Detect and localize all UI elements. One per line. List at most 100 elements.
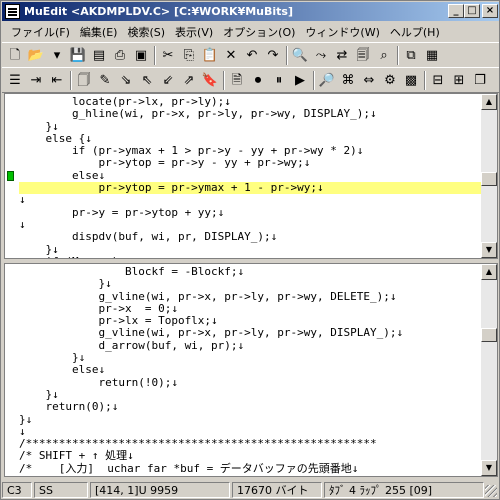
code-line[interactable]: dispdv(buf, wi, pr, DISPLAY_);↓ (19, 230, 481, 243)
copy-doc-icon[interactable]: 🗍 (75, 72, 93, 89)
status-bar: C3 SS [414, 1]U 9959 17670 バイト ﾀﾌﾞ 4 ﾗｯﾌ… (2, 480, 499, 499)
cut-icon[interactable]: ✂ (159, 47, 177, 64)
mark-next-icon[interactable]: ⇙ (159, 72, 177, 89)
code-line[interactable]: if (Memory)↓ (19, 255, 481, 258)
code-line[interactable]: /* (19, 474, 481, 476)
new-file-icon[interactable]: 🗋 (6, 47, 24, 64)
toolbar-separator (223, 71, 225, 90)
scroll-thumb[interactable] (481, 172, 497, 186)
minimize-button[interactable]: _ (448, 4, 464, 18)
code-line[interactable]: return(0);↓ (19, 400, 481, 413)
vertical-scrollbar-bottom[interactable]: ▲ ▼ (481, 264, 497, 476)
jump-icon[interactable]: ⇘ (117, 72, 135, 89)
code-line[interactable]: pr->ytop = pr->y - yy + pr->wy;↓ (19, 157, 481, 170)
menu-options[interactable]: オプション(O) (218, 24, 300, 40)
open-folder-icon[interactable]: 📂 (27, 47, 45, 64)
grep-icon[interactable]: ⌕ (375, 47, 393, 64)
list-icon[interactable]: ☰ (6, 72, 24, 89)
code-line[interactable]: pr->ytop = pr->ymax + 1 - pr->wy;↓ (19, 181, 481, 195)
title-bar[interactable]: MuEdit <AKDMPLDV.C> [C:¥WORK¥MuBits] _ □… (2, 2, 499, 21)
muedit-window: MuEdit <AKDMPLDV.C> [C:¥WORK¥MuBits] _ □… (0, 0, 500, 500)
menu-window[interactable]: ウィンドウ(W) (300, 24, 384, 40)
code-line[interactable]: d_arrow(buf, wi, pr);↓ (19, 339, 481, 352)
delete-icon[interactable]: ✕ (222, 47, 240, 64)
maximize-button[interactable]: □ (464, 4, 480, 18)
save-all-icon[interactable]: ▤ (90, 47, 108, 64)
vertical-split-icon[interactable]: ⊞ (450, 72, 468, 89)
menu-help[interactable]: ヘルプ(H) (385, 24, 445, 40)
toolbar-separator (424, 71, 426, 90)
find-next-icon[interactable]: ⤳ (312, 47, 330, 64)
app-icon[interactable] (5, 4, 20, 19)
horizontal-split-icon[interactable]: ⊟ (429, 72, 447, 89)
editor-pane-bottom[interactable]: Blockf = -Blockf;↓ }↓ g_vline(wi, pr->x,… (4, 263, 498, 477)
print-icon[interactable]: ⎙ (111, 47, 129, 64)
record-icon[interactable]: ⏺ (249, 72, 267, 89)
window-title: MuEdit <AKDMPLDV.C> [C:¥WORK¥MuBits] (24, 5, 294, 18)
editor-pane-top[interactable]: locate(pr->lx, pr->ly);↓ g_hline(wi, pr-… (4, 93, 498, 259)
mark-prev-icon[interactable]: ⇖ (138, 72, 156, 89)
toolbar-separator (313, 71, 315, 90)
scroll-up-icon[interactable]: ▲ (481, 264, 497, 280)
scroll-down-icon[interactable]: ▼ (481, 460, 497, 476)
code-line[interactable]: g_hline(wi, pr->x, pr->ly, pr->wy, DISPL… (19, 107, 481, 120)
tile-icon[interactable]: ▦ (423, 47, 441, 64)
compile-icon[interactable]: ⚙ (381, 72, 399, 89)
scroll-down-icon[interactable]: ▼ (481, 242, 497, 258)
code-line[interactable]: }↓ (19, 243, 481, 256)
code-line[interactable]: return(!0);↓ (19, 376, 481, 389)
toolbar-separator (154, 46, 156, 65)
windows-icon[interactable]: ⧉ (402, 47, 420, 64)
pause-macro-icon[interactable]: ⏸ (270, 72, 288, 89)
search-doc-icon[interactable]: 🔎 (318, 72, 336, 89)
code-view-bottom[interactable]: Blockf = -Blockf;↓ }↓ g_vline(wi, pr->x,… (19, 265, 481, 476)
marker-icon[interactable]: ✎ (96, 72, 114, 89)
code-line[interactable]: pr->y = pr->ytop + yy;↓ (19, 206, 481, 219)
find-icon[interactable]: 🔍 (291, 47, 309, 64)
menu-search[interactable]: 検索(S) (122, 24, 170, 40)
undo-icon[interactable]: ↶ (243, 47, 261, 64)
copy-icon[interactable]: ⎘ (180, 47, 198, 64)
open-dropdown-icon[interactable]: ▾ (48, 47, 66, 64)
redo-icon[interactable]: ↷ (264, 47, 282, 64)
bookmark-icon[interactable]: 🔖 (201, 72, 219, 89)
cascade-icon[interactable]: ❐ (471, 72, 489, 89)
scroll-thumb[interactable] (481, 328, 497, 342)
close-button[interactable]: × (482, 4, 498, 18)
menu-bar: ファイル(F) 編集(E) 検索(S) 表示(V) オプション(O) ウィンドウ… (2, 22, 499, 41)
code-line[interactable]: }↓ (19, 413, 481, 426)
paste-icon[interactable]: 📋 (201, 47, 219, 64)
code-view-top[interactable]: locate(pr->lx, pr->ly);↓ g_hline(wi, pr-… (19, 95, 481, 258)
code-line[interactable]: ↓ (19, 194, 481, 207)
vertical-scrollbar-top[interactable]: ▲ ▼ (481, 94, 497, 258)
code-line[interactable]: g_vline(wi, pr->x, pr->ly, pr->wy, DISPL… (19, 327, 481, 340)
replace-icon[interactable]: ⇄ (333, 47, 351, 64)
doc-icon[interactable]: 🗎 (228, 72, 246, 89)
bookmark-marker-icon (7, 170, 14, 181)
code-line[interactable]: else↓ (19, 364, 481, 377)
status-tab: ﾀﾌﾞ 4 ﾗｯﾌﾟ 255 [09] (324, 481, 484, 498)
scroll-up-icon[interactable]: ▲ (481, 94, 497, 110)
code-line[interactable]: /* [入力] uchar far *buf = データバッファの先頭番地↓ (19, 462, 481, 475)
menu-file[interactable]: ファイル(F) (6, 24, 75, 40)
line-marker-gutter[interactable] (5, 94, 17, 258)
indent-icon[interactable]: ⇥ (27, 72, 45, 89)
mark-list-icon[interactable]: ⇗ (180, 72, 198, 89)
find-files-icon[interactable]: 🗐 (354, 47, 372, 64)
menu-edit[interactable]: 編集(E) (75, 24, 123, 40)
tag-jump-icon[interactable]: ⌘ (339, 72, 357, 89)
toolbar-separator (70, 71, 72, 90)
resize-grip-icon[interactable] (485, 485, 497, 497)
status-ss: SS (34, 481, 88, 498)
color-icon[interactable]: ▩ (402, 72, 420, 89)
outdent-icon[interactable]: ⇤ (48, 72, 66, 89)
play-macro-icon[interactable]: ▶ (291, 72, 309, 89)
code-line[interactable]: }↓ (19, 277, 481, 290)
window-icon[interactable]: ▣ (132, 47, 150, 64)
status-mode: C3 (2, 481, 32, 498)
code-line[interactable]: /* SHIFT + ↑ 処理↓ (19, 450, 481, 463)
save-icon[interactable]: 💾 (69, 47, 87, 64)
menu-view[interactable]: 表示(V) (170, 24, 218, 40)
compare-icon[interactable]: ⇔ (360, 72, 378, 89)
status-position: [414, 1]U 9959 (90, 481, 230, 498)
